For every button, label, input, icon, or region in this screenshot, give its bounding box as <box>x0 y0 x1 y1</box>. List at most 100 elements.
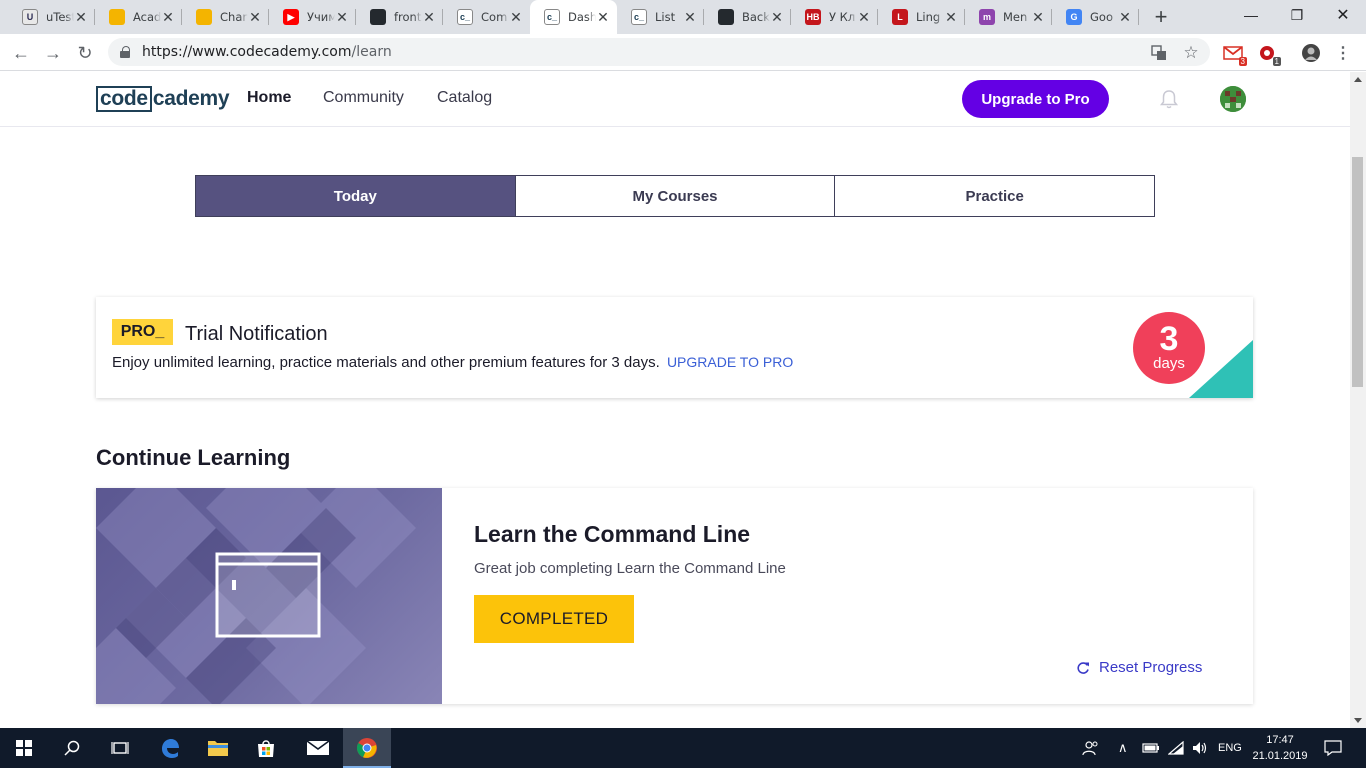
close-window-button[interactable]: ✕ <box>1320 0 1366 30</box>
new-tab-button[interactable]: + <box>1145 0 1177 34</box>
tab-favicon-icon: U <box>22 9 38 25</box>
trial-title: Trial Notification <box>185 323 328 345</box>
browser-tab[interactable]: c_ List ✕ <box>617 0 704 34</box>
tab-favicon-icon: НВ <box>805 9 821 25</box>
gmail-badge: 3 <box>1238 57 1247 66</box>
upgrade-to-pro-button[interactable]: Upgrade to Pro <box>962 80 1109 118</box>
tab-favicon-icon <box>370 9 386 25</box>
task-view-icon[interactable] <box>96 728 144 768</box>
course-card: Learn the Command Line Great job complet… <box>96 488 1253 704</box>
site-header: code cademy Home Community Catalog Upgrad… <box>0 72 1350 127</box>
trial-description: Enjoy unlimited learning, practice mater… <box>112 354 660 371</box>
battery-icon[interactable] <box>1142 728 1160 768</box>
browser-tab[interactable]: c_ Dash ✕ <box>530 0 617 34</box>
tab-close-icon[interactable]: ✕ <box>944 9 958 26</box>
tab-close-icon[interactable]: ✕ <box>683 9 697 26</box>
windows-start-icon[interactable] <box>0 728 48 768</box>
nav-home[interactable]: Home <box>247 89 291 107</box>
edge-browser-icon[interactable] <box>146 728 194 768</box>
tab-title: Ling <box>916 10 941 24</box>
tab-close-icon[interactable]: ✕ <box>74 9 88 26</box>
tab-close-icon[interactable]: ✕ <box>248 9 262 26</box>
restore-button[interactable]: ❐ <box>1274 0 1320 30</box>
upgrade-to-pro-link[interactable]: UPGRADE TO PRO <box>667 354 793 370</box>
action-center-icon[interactable] <box>1324 728 1342 768</box>
browser-tab[interactable]: ▶ Учим ✕ <box>269 0 356 34</box>
tab-close-icon[interactable]: ✕ <box>161 9 175 26</box>
tab-today[interactable]: Today <box>196 176 515 216</box>
days-number: 3 <box>1159 320 1179 358</box>
profile-avatar-icon[interactable] <box>1300 42 1322 64</box>
days-remaining-badge: 3 days <box>1133 312 1205 384</box>
scroll-thumb[interactable] <box>1352 157 1363 387</box>
tab-title: List <box>655 10 676 24</box>
store-icon[interactable] <box>242 728 290 768</box>
browser-tab[interactable]: G Goo ✕ <box>1052 0 1139 34</box>
scroll-up-arrow-icon[interactable] <box>1354 77 1362 82</box>
tab-title: front <box>394 10 422 24</box>
browser-tab[interactable]: c_ Com ✕ <box>443 0 530 34</box>
address-bar[interactable]: https://www.codecademy.com/learn <box>108 38 1210 66</box>
language-indicator[interactable]: ENG <box>1218 728 1242 768</box>
tab-practice[interactable]: Practice <box>834 176 1154 216</box>
people-icon[interactable] <box>1082 728 1100 768</box>
search-icon[interactable] <box>48 728 96 768</box>
dashboard-tabs: Today My Courses Practice <box>195 175 1155 217</box>
reload-icon[interactable]: ↻ <box>72 40 98 66</box>
browser-tab[interactable]: Chart✕ <box>182 0 269 34</box>
browser-tab[interactable]: m Men ✕ <box>965 0 1052 34</box>
tab-close-icon[interactable]: ✕ <box>509 9 523 26</box>
tab-my-courses[interactable]: My Courses <box>514 176 835 216</box>
volume-icon[interactable] <box>1192 728 1208 768</box>
browser-tabstrip: UuTest✕Academy✕Chart✕▶Учим✕front✕c_Com✕c… <box>0 0 1366 34</box>
bookmark-star-icon[interactable]: ☆ <box>1180 42 1202 64</box>
course-title[interactable]: Learn the Command Line <box>474 521 750 548</box>
tab-close-icon[interactable]: ✕ <box>422 9 436 26</box>
gmail-extension-icon[interactable]: 3 <box>1222 42 1247 66</box>
chrome-taskbar-icon[interactable] <box>343 728 391 768</box>
back-arrow-icon[interactable]: ← <box>8 40 34 66</box>
scroll-down-arrow-icon[interactable] <box>1354 718 1362 723</box>
tab-title: Dash <box>568 10 596 24</box>
browser-tab[interactable]: front ✕ <box>356 0 443 34</box>
user-avatar[interactable] <box>1220 86 1246 112</box>
ublock-extension-icon[interactable]: 1 <box>1256 42 1281 66</box>
tab-close-icon[interactable]: ✕ <box>1118 9 1132 26</box>
tab-close-icon[interactable]: ✕ <box>770 9 784 26</box>
show-hidden-icons-chevron-icon[interactable]: ∧ <box>1118 728 1128 768</box>
notification-bell-icon[interactable] <box>1158 88 1180 110</box>
reset-progress-link[interactable]: Reset Progress <box>1076 659 1202 676</box>
codecademy-logo[interactable]: code cademy <box>96 85 230 112</box>
system-clock[interactable]: 17:47 21.01.2019 <box>1250 732 1310 764</box>
nav-catalog[interactable]: Catalog <box>437 89 492 107</box>
minimize-button[interactable]: — <box>1228 0 1274 30</box>
menu-kebab-icon[interactable]: ⋮ <box>1332 42 1354 64</box>
tab-close-icon[interactable]: ✕ <box>1031 9 1045 26</box>
page-scrollbar[interactable] <box>1350 72 1366 728</box>
mail-icon[interactable] <box>294 728 342 768</box>
wifi-icon[interactable] <box>1168 728 1184 768</box>
tab-close-icon[interactable]: ✕ <box>857 9 871 26</box>
tab-title: Goo <box>1090 10 1113 24</box>
browser-tab[interactable]: Back ✕ <box>704 0 791 34</box>
windows-taskbar: ∧ ENG 17:47 21.01.2019 <box>0 728 1366 768</box>
tab-favicon-icon: G <box>1066 9 1082 25</box>
translate-icon[interactable] <box>1148 42 1170 64</box>
nav-community[interactable]: Community <box>323 89 404 107</box>
url-text[interactable]: https://www.codecademy.com/learn <box>142 44 392 60</box>
browser-tab[interactable]: Academy✕ <box>95 0 182 34</box>
tab-close-icon[interactable]: ✕ <box>596 9 610 26</box>
browser-tab[interactable]: НВ У Кл ✕ <box>791 0 878 34</box>
completed-button[interactable]: COMPLETED <box>474 595 634 643</box>
refresh-icon <box>1077 661 1089 674</box>
forward-arrow-icon[interactable]: → <box>40 40 66 66</box>
tab-favicon-icon: c_ <box>631 9 647 25</box>
browser-tab[interactable]: L Ling ✕ <box>878 0 965 34</box>
tab-close-icon[interactable]: ✕ <box>335 9 349 26</box>
logo-box-text: code <box>96 85 152 112</box>
browser-tab[interactable]: UuTest ✕ <box>8 0 95 34</box>
tab-favicon-icon: m <box>979 9 995 25</box>
tab-favicon-icon <box>718 9 734 25</box>
file-explorer-icon[interactable] <box>194 728 242 768</box>
trial-notification-card: PRO_ Trial Notification Enjoy unlimited … <box>96 297 1253 398</box>
